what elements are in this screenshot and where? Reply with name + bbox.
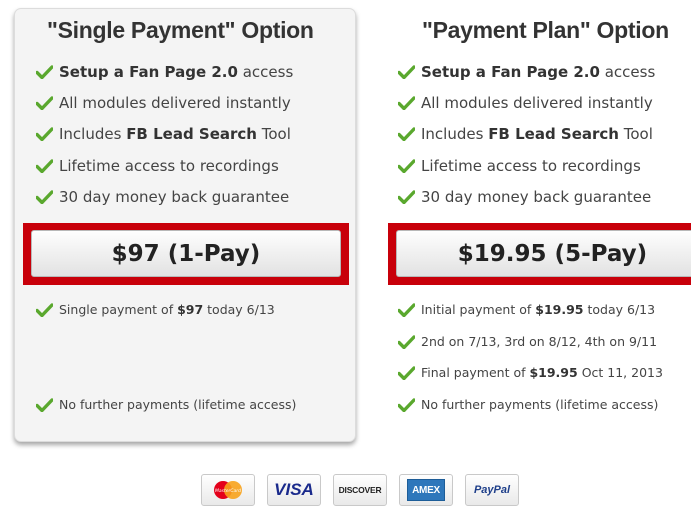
feature-item: Lifetime access to recordings [36,157,279,175]
payment-detail: No further payments (lifetime access) [398,397,658,412]
check-icon [36,159,53,173]
feature-item: Setup a Fan Page 2.0 access [36,63,293,81]
check-icon [398,190,415,204]
feature-item: Lifetime access to recordings [398,157,641,175]
check-icon [36,127,53,141]
check-icon [36,397,53,412]
check-icon [36,96,53,110]
check-icon [36,65,53,79]
amex-icon: AMEX [399,474,453,506]
feature-item: Setup a Fan Page 2.0 access [398,63,655,81]
check-icon [398,334,415,349]
mastercard-icon: MasterCard [201,474,255,506]
visa-icon: VISA [267,474,321,506]
paypal-icon: PayPal [465,474,519,506]
feature-item: 30 day money back guarantee [36,188,289,206]
check-icon [398,302,415,317]
check-icon [36,190,53,204]
check-icon [398,365,415,380]
feature-item: All modules delivered instantly [36,94,291,112]
feature-item: Includes FB Lead Search Tool [398,125,653,143]
svg-text:MasterCard: MasterCard [215,488,241,494]
check-icon [398,159,415,173]
payment-detail: Single payment of $97 today 6/13 [36,302,275,317]
payment-detail: Initial payment of $19.95 today 6/13 [398,302,655,317]
plan-title: "Single Payment" Option [47,17,314,43]
payment-methods: MasterCard VISA DISCOVER AMEX PayPal [201,474,519,506]
payment-detail: 2nd on 7/13, 3rd on 8/12, 4th on 9/11 [398,334,657,349]
buy-payment-plan-button[interactable]: $19.95 (5-Pay) [396,230,691,277]
buy-button-frame: $19.95 (5-Pay) [388,223,691,285]
payment-detail: Final payment of $19.95 Oct 11, 2013 [398,365,663,380]
feature-item: All modules delivered instantly [398,94,653,112]
feature-item: 30 day money back guarantee [398,188,651,206]
buy-single-payment-button[interactable]: $97 (1-Pay) [31,230,341,277]
check-icon [398,127,415,141]
plan-title: "Payment Plan" Option [422,17,669,43]
check-icon [398,96,415,110]
check-icon [36,302,53,317]
discover-icon: DISCOVER [333,474,387,506]
buy-button-frame: $97 (1-Pay) [23,223,349,285]
check-icon [398,65,415,79]
payment-detail: No further payments (lifetime access) [36,397,296,412]
feature-item: Includes FB Lead Search Tool [36,125,291,143]
check-icon [398,397,415,412]
